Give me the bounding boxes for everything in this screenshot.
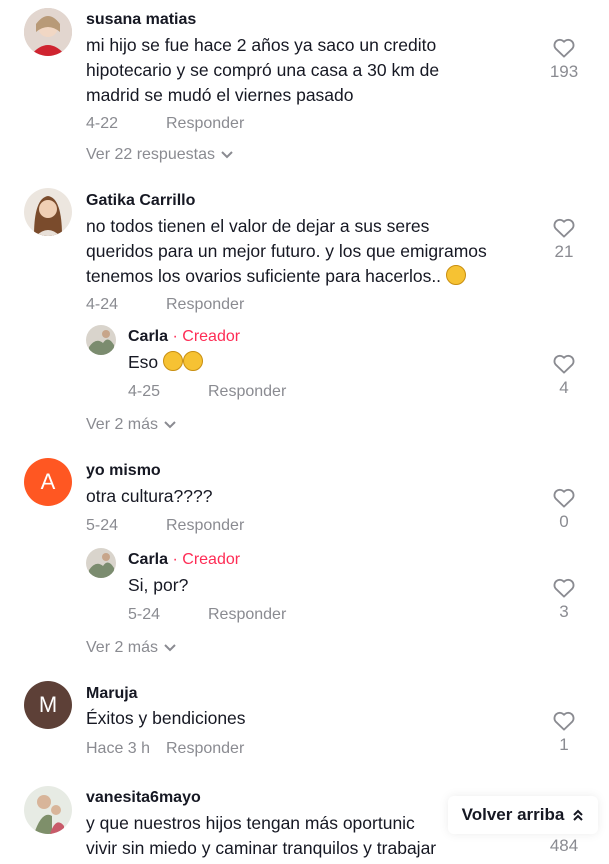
reply-button[interactable]: Responder	[208, 606, 286, 624]
like-button[interactable]: 0	[544, 488, 584, 532]
like-count: 4	[559, 378, 569, 397]
comment-text: otra cultura????	[86, 486, 213, 506]
comment-username[interactable]: yo mismo	[86, 462, 161, 480]
reply-button[interactable]: Responder	[166, 740, 244, 758]
avatar[interactable]: M	[24, 681, 72, 729]
reply-text: Eso	[128, 350, 204, 375]
reply-button[interactable]: Responder	[166, 115, 244, 133]
heart-icon	[553, 38, 575, 58]
like-button[interactable]: 3	[544, 578, 584, 622]
double-chevron-up-icon	[573, 809, 584, 821]
avatar[interactable]: A	[24, 458, 72, 506]
comment-text: no todos tienen el valor de dejar a sus …	[86, 216, 487, 286]
comment-text: y que nuestros hijos tengan más oportuni…	[86, 813, 437, 858]
like-count: 0	[559, 512, 569, 531]
avatar[interactable]	[24, 8, 72, 56]
chevron-down-icon	[164, 421, 176, 429]
comment-date: 5-24	[86, 517, 119, 534]
creator-badge: · Creador	[172, 328, 241, 345]
like-button[interactable]: 4	[544, 354, 584, 398]
view-replies-label: Ver 22 respuestas	[86, 146, 215, 163]
view-replies-button[interactable]: Ver 22 respuestas	[86, 146, 233, 164]
view-more-replies-button[interactable]: Ver 2 más	[86, 639, 176, 657]
like-count: 21	[554, 242, 574, 261]
like-button[interactable]: 1	[544, 711, 584, 755]
reply-button[interactable]: Responder	[166, 296, 244, 314]
comment-username[interactable]: Maruja	[86, 685, 138, 703]
chevron-down-icon	[221, 151, 233, 159]
hugging-face-emoji-icon	[445, 265, 466, 285]
back-to-top-button[interactable]: Volver arriba	[448, 796, 598, 834]
reply-username[interactable]: Carla · Creador	[128, 551, 240, 569]
like-button[interactable]: 21	[544, 218, 584, 262]
reply-username[interactable]: Carla · Creador	[128, 328, 240, 346]
comment-username[interactable]: Gatika Carrillo	[86, 192, 195, 210]
heart-icon	[553, 488, 575, 508]
back-to-top-label: Volver arriba	[461, 805, 565, 824]
comment-username[interactable]: vanesita6mayo	[86, 789, 201, 807]
smiling-face-emoji-icon	[183, 351, 204, 371]
creator-badge: · Creador	[172, 551, 241, 568]
comment-date: 4-22	[86, 115, 119, 132]
chevron-down-icon	[164, 644, 176, 652]
view-more-replies-button[interactable]: Ver 2 más	[86, 416, 176, 434]
flexed-biceps-emoji-icon	[163, 351, 184, 371]
view-more-label: Ver 2 más	[86, 416, 159, 433]
heart-icon	[553, 711, 575, 731]
reply-avatar[interactable]	[86, 548, 116, 578]
avatar[interactable]	[24, 188, 72, 236]
like-count: 1	[559, 735, 569, 754]
heart-icon	[553, 218, 575, 238]
comment-date: Hace 3 h	[86, 740, 151, 757]
heart-icon	[553, 354, 575, 374]
reply-date: 5-24	[128, 606, 161, 623]
view-more-label: Ver 2 más	[86, 639, 159, 656]
comment-text: mi hijo se fue hace 2 años ya saco un cr…	[86, 35, 440, 105]
reply-avatar[interactable]	[86, 325, 116, 355]
like-button[interactable]: 193	[544, 38, 584, 82]
reply-button[interactable]: Responder	[208, 383, 286, 401]
like-count: 484	[549, 836, 579, 855]
avatar-letter: A	[40, 469, 56, 494]
avatar-letter: M	[38, 692, 58, 717]
comment-username[interactable]: susana matias	[86, 11, 196, 29]
reply-button[interactable]: Responder	[166, 517, 244, 535]
reply-text: Si, por?	[128, 575, 189, 595]
comment-date: 4-24	[86, 296, 119, 313]
like-count: 193	[549, 62, 579, 81]
like-count: 3	[559, 602, 569, 621]
reply-date: 4-25	[128, 383, 161, 400]
comment-text: Éxitos y bendiciones	[86, 708, 246, 728]
avatar[interactable]	[24, 786, 72, 834]
heart-icon	[553, 578, 575, 598]
